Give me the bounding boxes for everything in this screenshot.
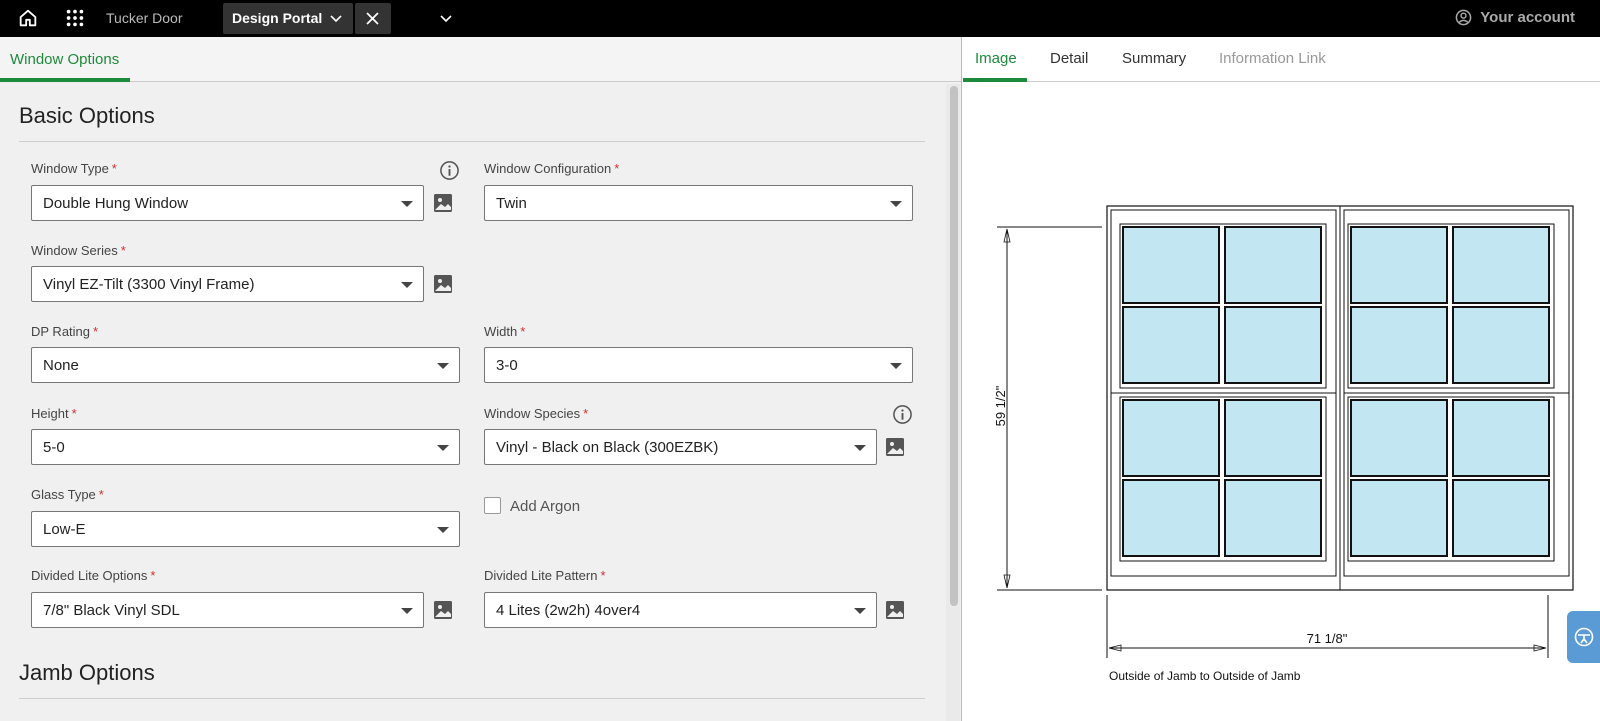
glass-pane xyxy=(1122,226,1220,304)
dropdown-caret-icon xyxy=(437,363,449,369)
glass-pane xyxy=(1122,479,1220,557)
window-configuration-select[interactable]: Twin xyxy=(484,185,913,221)
accessibility-button[interactable] xyxy=(1567,611,1600,663)
preview-panel: Image Detail Summary Information Link 59… xyxy=(963,37,1600,721)
glass-pane xyxy=(1224,306,1322,384)
image-icon[interactable] xyxy=(884,436,906,458)
window-elevation-drawing: 59 1/2" 71 1/8" Outside of Jamb to Outsi… xyxy=(993,205,1574,683)
glass-pane xyxy=(1224,226,1322,304)
divided-lite-options-select[interactable]: 7/8" Black Vinyl SDL xyxy=(31,592,424,628)
window-type-label: Window Type * xyxy=(31,161,117,176)
add-argon-label[interactable]: Add Argon xyxy=(510,498,580,515)
dp-rating-label: DP Rating * xyxy=(31,324,99,339)
height-select[interactable]: 5-0 xyxy=(31,429,460,465)
glass-pane xyxy=(1452,399,1550,477)
glass-pane xyxy=(1224,479,1322,557)
scrollbar-thumb[interactable] xyxy=(950,86,958,606)
width-select[interactable]: 3-0 xyxy=(484,347,913,383)
accessibility-icon xyxy=(1574,627,1594,647)
width-label: Width * xyxy=(484,324,526,339)
dropdown-caret-icon xyxy=(437,445,449,451)
options-panel: Window Options Basic Options Window Type… xyxy=(0,37,962,721)
top-bar: Tucker Door Design Portal Your account xyxy=(0,0,1600,37)
image-icon[interactable] xyxy=(432,273,454,295)
tab-design-portal[interactable]: Design Portal xyxy=(223,3,353,34)
preview-tabs: Image Detail Summary Information Link xyxy=(963,37,1600,82)
glass-type-select[interactable]: Low-E xyxy=(31,511,460,547)
window-species-label: Window Species * xyxy=(484,406,589,421)
window-series-label: Window Series * xyxy=(31,243,126,258)
divider xyxy=(19,698,925,699)
close-icon xyxy=(366,12,379,25)
chevron-down-icon[interactable] xyxy=(329,11,343,25)
glass-pane xyxy=(1452,226,1550,304)
account-menu[interactable]: Your account xyxy=(1455,9,1575,26)
options-tabs: Window Options xyxy=(0,37,961,82)
dropdown-caret-icon xyxy=(854,445,866,451)
tab-label: Design Portal xyxy=(232,10,323,26)
dropdown-caret-icon xyxy=(854,608,866,614)
account-icon xyxy=(1455,9,1472,26)
window-series-select[interactable]: Vinyl EZ-Tilt (3300 Vinyl Frame) xyxy=(31,266,424,302)
glass-pane xyxy=(1350,226,1448,304)
dropdown-caret-icon xyxy=(890,363,902,369)
tab-image[interactable]: Image xyxy=(975,50,1017,67)
window-configuration-label: Window Configuration * xyxy=(484,161,620,176)
height-dimension-label: 59 1/2" xyxy=(993,385,1008,426)
dropdown-caret-icon xyxy=(401,201,413,207)
glass-pane xyxy=(1350,399,1448,477)
dropdown-caret-icon xyxy=(890,201,902,207)
divider xyxy=(19,141,925,142)
divided-lite-pattern-select[interactable]: 4 Lites (2w2h) 4over4 xyxy=(484,592,877,628)
section-title-basic-options: Basic Options xyxy=(19,103,155,128)
dropdown-caret-icon xyxy=(437,527,449,533)
glass-pane xyxy=(1452,306,1550,384)
brand-name[interactable]: Tucker Door xyxy=(106,10,183,26)
glass-pane xyxy=(1350,306,1448,384)
divided-lite-options-label: Divided Lite Options * xyxy=(31,568,156,583)
dropdown-caret-icon xyxy=(401,282,413,288)
image-icon[interactable] xyxy=(884,599,906,621)
window-type-select[interactable]: Double Hung Window xyxy=(31,185,424,221)
add-argon-checkbox[interactable] xyxy=(484,497,501,514)
apps-grid-icon[interactable] xyxy=(64,7,86,29)
tab-summary[interactable]: Summary xyxy=(1122,50,1186,67)
dp-rating-select[interactable]: None xyxy=(31,347,460,383)
glass-type-label: Glass Type * xyxy=(31,487,104,502)
image-icon[interactable] xyxy=(432,192,454,214)
window-species-select[interactable]: Vinyl - Black on Black (300EZBK) xyxy=(484,429,877,465)
width-dimension-label: 71 1/8" xyxy=(1307,631,1348,646)
drawing-caption: Outside of Jamb to Outside of Jamb xyxy=(1109,669,1301,683)
glass-pane xyxy=(1452,479,1550,557)
tab-information-link[interactable]: Information Link xyxy=(1219,50,1326,67)
home-icon[interactable] xyxy=(17,7,39,29)
glass-pane xyxy=(1122,306,1220,384)
dropdown-caret-icon xyxy=(401,608,413,614)
chevron-down-icon[interactable] xyxy=(438,10,454,26)
account-label: Your account xyxy=(1480,9,1575,26)
divided-lite-pattern-label: Divided Lite Pattern * xyxy=(484,568,606,583)
tab-window-options[interactable]: Window Options xyxy=(0,37,130,82)
glass-pane xyxy=(1350,479,1448,557)
tab-detail[interactable]: Detail xyxy=(1050,50,1088,67)
info-icon[interactable] xyxy=(439,160,460,181)
glass-pane xyxy=(1122,399,1220,477)
image-icon[interactable] xyxy=(432,599,454,621)
close-tab-button[interactable] xyxy=(355,3,391,34)
height-label: Height * xyxy=(31,406,77,421)
section-title-jamb-options: Jamb Options xyxy=(19,660,155,685)
glass-pane xyxy=(1224,399,1322,477)
info-icon[interactable] xyxy=(892,404,913,425)
